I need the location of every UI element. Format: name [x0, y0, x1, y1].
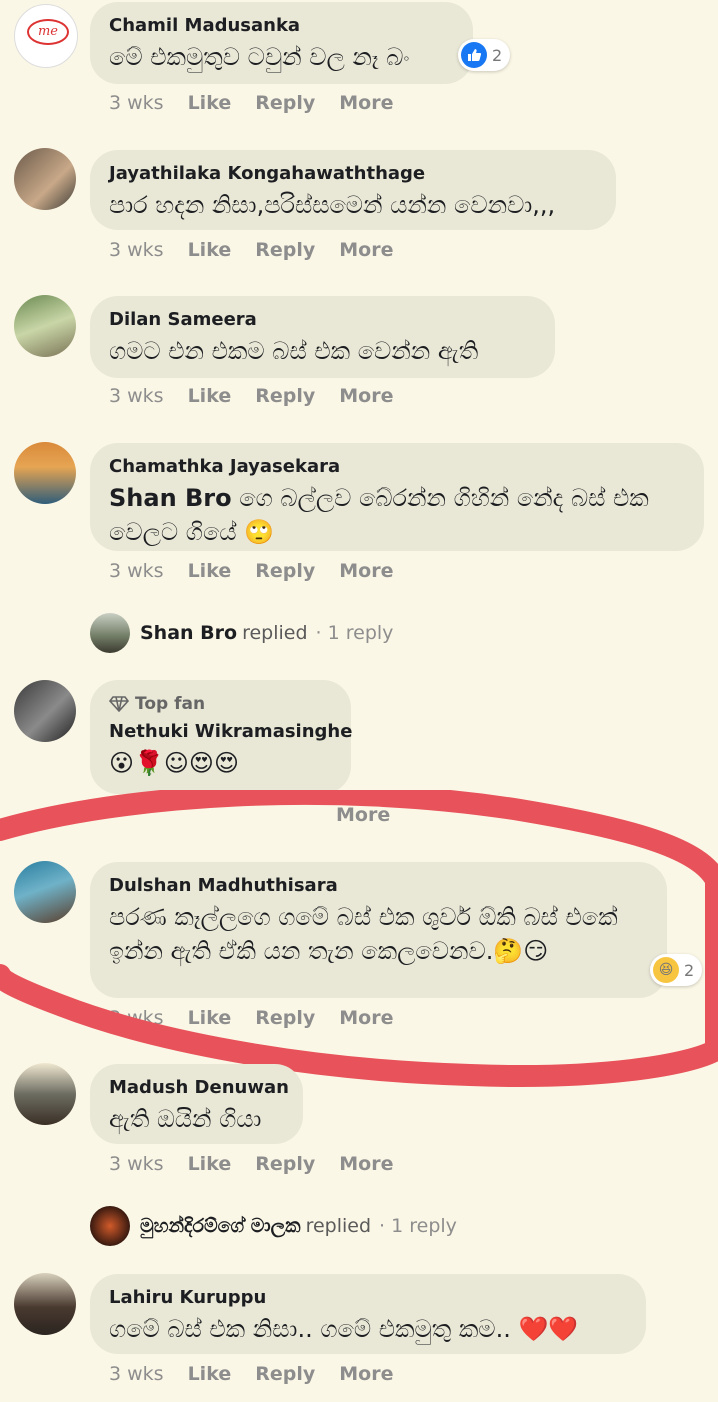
comment-actions: 3 wks Like Reply More — [109, 560, 417, 582]
reply-button[interactable]: Reply — [255, 239, 315, 261]
replier-name[interactable]: Shan Bro — [140, 622, 237, 644]
like-button[interactable]: Like — [188, 1153, 232, 1175]
reply-button[interactable]: Reply — [255, 92, 315, 114]
reaction-count[interactable]: 2 — [458, 39, 511, 71]
avatar[interactable] — [14, 1063, 76, 1125]
diamond-icon — [109, 696, 129, 712]
like-button[interactable]: Like — [188, 1007, 232, 1029]
comment-text: පරණ කෑල්ලගෙ ගමේ බස් එක ශුවර් ඕකි බස් එකේ… — [109, 903, 618, 965]
like-button[interactable]: Like — [188, 560, 232, 582]
view-replies-link[interactable]: Shan Bro replied · 1 reply — [90, 613, 393, 653]
timestamp[interactable]: 3 wks — [109, 560, 164, 582]
more-button[interactable]: More — [339, 239, 393, 261]
commenter-name[interactable]: Lahiru Kuruppu — [109, 1286, 626, 1310]
more-button[interactable]: More — [339, 92, 393, 114]
more-button[interactable]: More — [339, 560, 393, 582]
comment-bubble[interactable]: Dilan Sameera ගමට එන එකම බස් එක වෙන්න ඇත… — [90, 296, 555, 378]
avatar[interactable] — [14, 1273, 76, 1335]
comment-actions: 3 wks Like Reply More — [109, 1363, 417, 1385]
like-button[interactable]: Like — [188, 92, 232, 114]
avatar[interactable] — [14, 295, 76, 357]
avatar — [90, 613, 130, 653]
comment-actions: 3 wks Like Reply More — [109, 1153, 417, 1175]
comment-text: ඇති ඔයින් ගියා — [109, 1105, 262, 1133]
comment-bubble[interactable]: Lahiru Kuruppu ගමේ බස් එක නිසා.. ගමේ එකම… — [90, 1274, 646, 1354]
timestamp[interactable]: 3 wks — [109, 239, 164, 261]
comment-bubble[interactable]: Madush Denuwan ඇති ඔයින් ගියා — [90, 1064, 303, 1144]
reaction-number: 2 — [684, 960, 695, 980]
commenter-name[interactable]: Chamil Madusanka — [109, 14, 453, 38]
comment-text: Shan Bro ගෙ බල්ලව බේරන්න ගිහින් නේද බස් … — [109, 481, 684, 549]
avatar[interactable] — [14, 861, 76, 923]
comment-text: 😮🌹☺😍😍 — [109, 749, 239, 777]
more-button[interactable]: More — [339, 1363, 393, 1385]
comment-text: පාර හදන නිසා,පරිස්සමෙන් යන්න වෙනවා,,, — [109, 191, 556, 219]
more-button[interactable]: More — [339, 385, 393, 407]
commenter-name[interactable]: Chamathka Jayasekara — [109, 455, 684, 479]
haha-reaction-icon: 😆 — [653, 957, 679, 983]
timestamp[interactable]: 3 wks — [109, 1153, 164, 1175]
reaction-number: 2 — [492, 45, 503, 65]
timestamp[interactable]: 3 wks — [109, 385, 164, 407]
comment-actions: 3 wks Like Reply More — [109, 385, 417, 407]
timestamp[interactable]: 3 wks — [109, 1363, 164, 1385]
reply-button[interactable]: Reply — [255, 385, 315, 407]
comment-bubble[interactable]: Chamathka Jayasekara Shan Bro ගෙ බල්ලව බ… — [90, 443, 704, 551]
commenter-name[interactable]: Nethuki Wikramasinghe — [109, 720, 352, 744]
replier-name[interactable]: මුහන්දිරම්ගේ මාලක — [140, 1215, 301, 1237]
comment-bubble[interactable]: Dulshan Madhuthisara පරණ කෑල්ලගෙ ගමේ බස්… — [90, 862, 667, 998]
logo-icon: me — [27, 19, 69, 45]
view-replies-link[interactable]: මුහන්දිරම්ගේ මාලක replied · 1 reply — [90, 1206, 457, 1246]
like-reaction-icon — [461, 42, 487, 68]
commenter-name[interactable]: Madush Denuwan — [109, 1076, 289, 1100]
more-button[interactable]: More — [339, 1007, 393, 1029]
like-button[interactable]: Like — [188, 1363, 232, 1385]
comment-bubble[interactable]: Jayathilaka Kongahawaththage පාර හදන නිස… — [90, 150, 616, 230]
avatar — [90, 1206, 130, 1246]
comment-actions: 3 wks Like Reply More — [109, 1007, 417, 1029]
avatar[interactable] — [14, 442, 76, 504]
comment-text: මේ එකමුතුව ටවුන් වල නෑ බං — [109, 43, 410, 71]
top-fan-label: Top fan — [135, 694, 206, 714]
reply-count: · 1 reply — [379, 1215, 457, 1237]
comment-actions: 3 wks Like Reply More — [109, 92, 417, 114]
more-button[interactable]: More — [339, 1153, 393, 1175]
avatar[interactable]: me — [14, 4, 78, 68]
timestamp[interactable]: 3 wks — [109, 1007, 164, 1029]
reply-count: · 1 reply — [315, 622, 394, 644]
comment-actions: 3 wks Like Reply More — [109, 239, 417, 261]
top-fan-badge: Top fan — [109, 694, 331, 714]
commenter-name[interactable]: Dulshan Madhuthisara — [109, 874, 647, 898]
mention-link[interactable]: Shan Bro — [109, 484, 232, 512]
reply-button[interactable]: Reply — [255, 560, 315, 582]
commenter-name[interactable]: Jayathilaka Kongahawaththage — [109, 162, 596, 186]
avatar[interactable] — [14, 148, 76, 210]
timestamp[interactable]: 3 wks — [109, 92, 164, 114]
comment-bubble[interactable]: Top fan Nethuki Wikramasinghe 😮🌹☺😍😍 — [90, 680, 352, 794]
comment-text: ගමේ බස් එක නිසා.. ගමේ එකමුතු කම.. ❤️❤️ — [109, 1315, 579, 1343]
reply-button[interactable]: Reply — [255, 1153, 315, 1175]
like-button[interactable]: Like — [188, 385, 232, 407]
more-button[interactable]: More — [336, 804, 390, 826]
like-button[interactable]: Like — [188, 239, 232, 261]
comment-text: ගමට එන එකම බස් එක වෙන්න ඇති — [109, 337, 479, 365]
avatar[interactable] — [14, 680, 76, 742]
reply-verb: replied — [305, 1215, 372, 1237]
commenter-name[interactable]: Dilan Sameera — [109, 308, 535, 332]
comment-actions: More — [336, 804, 414, 826]
reply-verb: replied — [242, 622, 308, 644]
comment-bubble[interactable]: Chamil Madusanka මේ එකමුතුව ටවුන් වල නෑ … — [90, 2, 473, 84]
reply-button[interactable]: Reply — [255, 1363, 315, 1385]
reply-button[interactable]: Reply — [255, 1007, 315, 1029]
reaction-count[interactable]: 😆 2 — [650, 954, 703, 986]
